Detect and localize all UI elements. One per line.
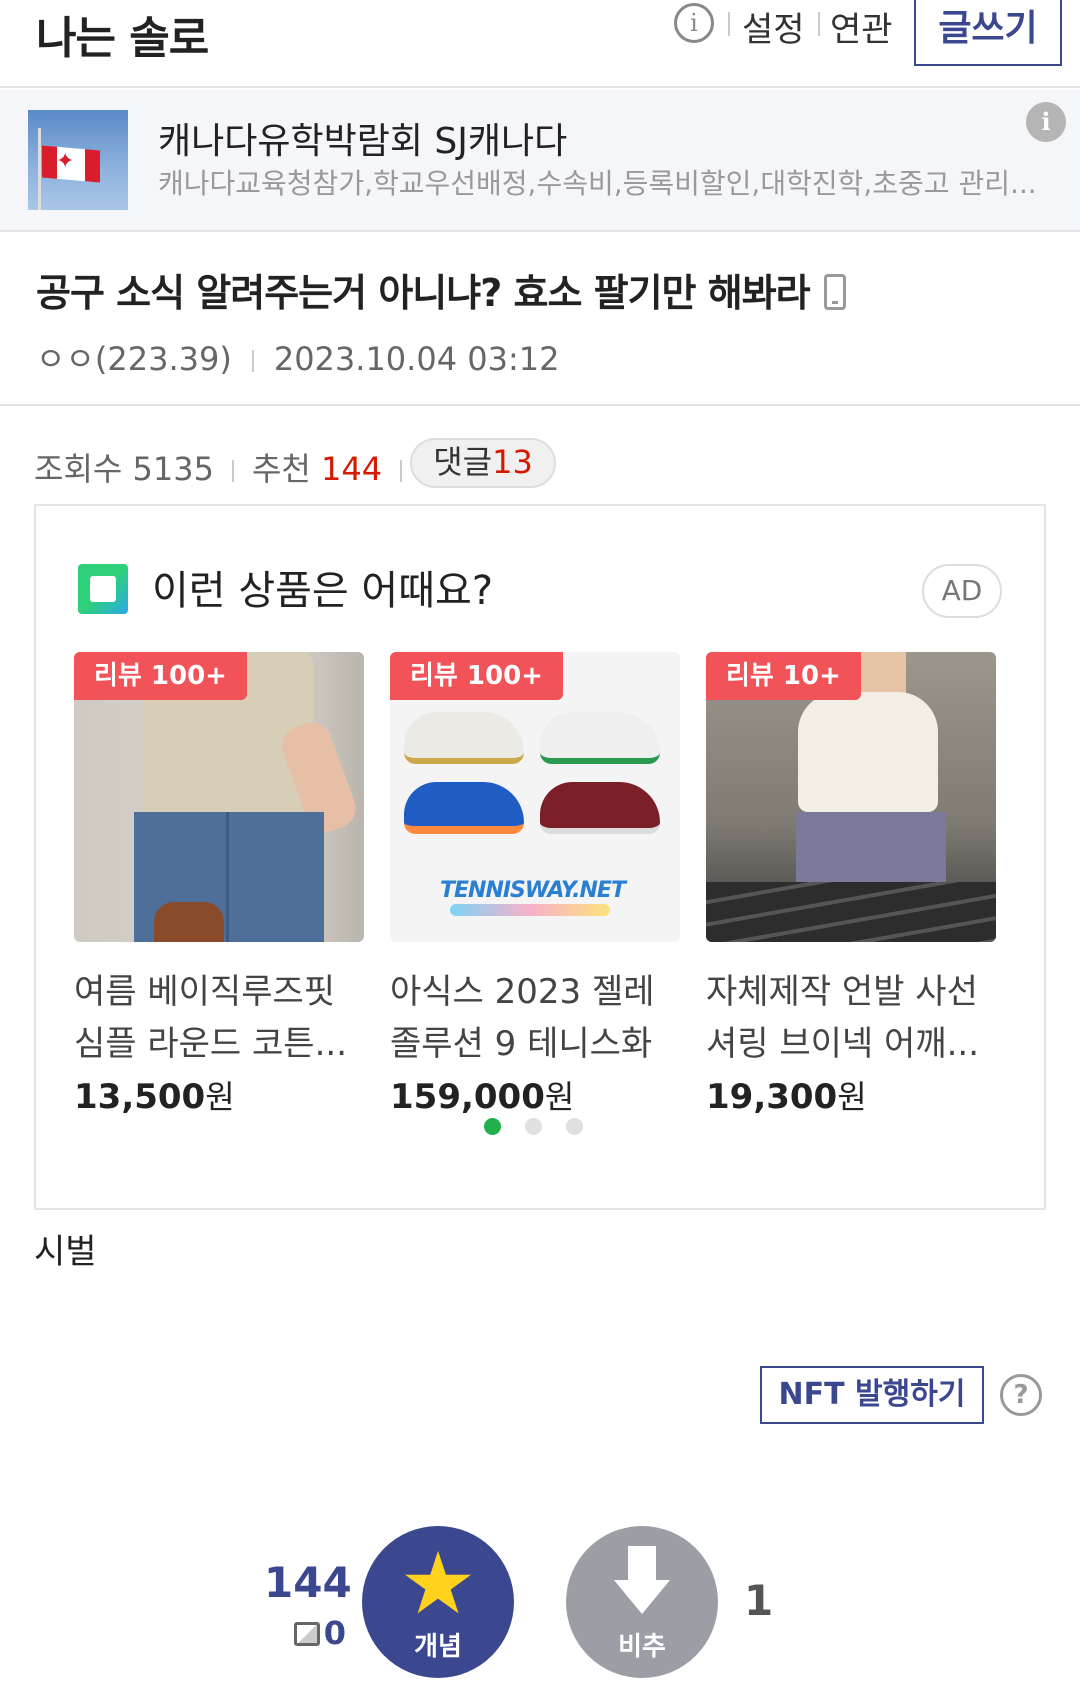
settings-link[interactable]: 설정 — [742, 2, 805, 51]
mobile-icon — [823, 274, 846, 310]
product-name-line: 셔링 브이넥 어깨... — [706, 1024, 979, 1064]
product-name[interactable]: 여름 베이직루즈핏 심플 라운드 코튼... — [74, 966, 364, 1070]
ad-badge[interactable]: AD — [922, 564, 1002, 618]
product-price: 13,500원 — [74, 1077, 235, 1117]
post-author[interactable]: ㅇㅇ(223.39) — [36, 340, 232, 378]
write-button[interactable]: 글쓰기 — [914, 0, 1062, 66]
product-name-line: 자체제작 언발 사선 — [706, 972, 978, 1012]
product-card[interactable]: TENNISWAY.NET 리뷰 100+ 아식스 2023 젤레 졸루션 9 … — [390, 652, 680, 1118]
sponsor-banner[interactable]: ✦ 캐나다유학박람회 SJ캐나다 캐나다교육청참가,학교우선배정,수속비,등록비… — [0, 90, 1080, 232]
info-icon[interactable]: i — [674, 3, 714, 43]
carousel-dot-2[interactable] — [525, 1118, 542, 1135]
fixed-user-icon — [293, 1622, 320, 1646]
product-name-line: 여름 베이직루즈핏 — [74, 972, 336, 1012]
product-price: 159,000원 — [390, 1077, 575, 1117]
related-link[interactable]: 연관 — [830, 2, 893, 51]
product-name[interactable]: 아식스 2023 젤레 졸루션 9 테니스화 — [390, 966, 680, 1070]
carousel-dot-1[interactable] — [484, 1118, 501, 1135]
review-badge: 리뷰 10+ — [706, 652, 861, 700]
divider — [0, 404, 1080, 406]
views-label: 조회수 — [34, 450, 123, 488]
comment-label: 댓글 — [433, 443, 493, 481]
fixed-recommend: 0 — [276, 1614, 346, 1652]
carousel-dot-3[interactable] — [566, 1118, 583, 1135]
product-name-line: 심플 라운드 코튼... — [74, 1024, 347, 1064]
header-divider — [818, 12, 820, 36]
shopping-bag-icon — [78, 564, 128, 614]
sponsor-title: 캐나다유학박람회 SJ캐나다 — [158, 121, 568, 162]
product-image[interactable]: 리뷰 100+ — [74, 652, 364, 942]
product-card[interactable]: 리뷰 10+ 자체제작 언발 사선 셔링 브이넥 어깨... 19,300원 — [706, 652, 996, 1118]
ad-heading: 이런 상품은 어때요? — [152, 568, 494, 614]
carousel-dots — [484, 1118, 607, 1139]
top-bar: 나는 솔로 i 설정 연관 글쓰기 — [0, 0, 1080, 88]
recommend-label: 개념 — [414, 1632, 462, 1662]
post-meta: ㅇㅇ(223.39) 2023.10.04 03:12 — [36, 334, 559, 380]
product-name-line: 졸루션 9 테니스화 — [390, 1024, 653, 1064]
product-name[interactable]: 자체제작 언발 사선 셔링 브이넥 어깨... — [706, 966, 996, 1070]
recommend-total: 144 — [264, 1558, 352, 1607]
help-icon[interactable]: ? — [1000, 1374, 1042, 1416]
nft-issue-button[interactable]: NFT 발행하기 — [760, 1366, 984, 1424]
recommend-button[interactable]: ★ 개념 — [362, 1526, 514, 1678]
post-title-row: 공구 소식 알려주는거 아니냐? 효소 팔기만 해봐라 — [36, 262, 846, 317]
post-stats: 조회수 5135 추천 144 — [34, 444, 420, 490]
comment-button[interactable]: 댓글13 — [410, 438, 556, 488]
tennisway-logo: TENNISWAY.NET — [440, 878, 626, 903]
post-date: 2023.10.04 03:12 — [273, 340, 560, 378]
review-badge: 리뷰 100+ — [74, 652, 247, 700]
product-price: 19,300원 — [706, 1077, 867, 1117]
comment-count: 13 — [492, 443, 533, 481]
star-icon: ★ — [399, 1534, 477, 1634]
sponsor-description: 캐나다교육청참가,학교우선배정,수속비,등록비할인,대학진학,초중고 관리... — [158, 167, 1037, 200]
recommend-label: 추천 — [251, 450, 311, 488]
post-body: 시벌 — [34, 1232, 97, 1272]
ad-product-box: 이런 상품은 어때요? AD 리뷰 100+ 여름 베이직루즈핏 심플 라운드 … — [34, 504, 1046, 1210]
product-image[interactable]: TENNISWAY.NET 리뷰 100+ — [390, 652, 680, 942]
downvote-button[interactable]: 비추 — [566, 1526, 718, 1678]
post-title: 공구 소식 알려주는거 아니냐? 효소 팔기만 해봐라 — [36, 271, 811, 315]
product-card[interactable]: 리뷰 100+ 여름 베이직루즈핏 심플 라운드 코튼... 13,500원 — [74, 652, 364, 1118]
header-divider — [728, 12, 730, 36]
review-badge: 리뷰 100+ — [390, 652, 563, 700]
canada-flag-image: ✦ — [28, 110, 128, 210]
product-image[interactable]: 리뷰 10+ — [706, 652, 996, 942]
gallery-title[interactable]: 나는 솔로 — [36, 2, 209, 66]
downvote-count: 1 — [744, 1576, 774, 1625]
fixed-count: 0 — [323, 1614, 346, 1652]
views-count: 5135 — [132, 450, 214, 488]
down-arrow-icon — [614, 1546, 670, 1616]
product-name-line: 아식스 2023 젤레 — [390, 972, 655, 1012]
sponsor-info-icon[interactable]: i — [1026, 102, 1066, 142]
recommend-count: 144 — [321, 450, 383, 488]
downvote-label: 비추 — [618, 1632, 666, 1662]
